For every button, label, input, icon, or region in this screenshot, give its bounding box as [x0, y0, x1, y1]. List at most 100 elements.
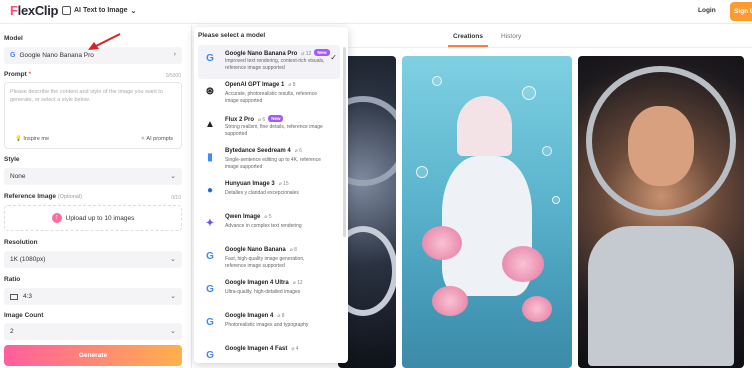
ai-prompts-button[interactable]: ✧ AI prompts: [141, 136, 173, 142]
image-count-label: Image Count: [4, 312, 44, 319]
active-tab-indicator: [448, 45, 488, 47]
hunyuan-icon: ●: [206, 184, 214, 196]
model-option-desc: Accurate, photorealistic results, refere…: [225, 91, 317, 104]
resolution-label: Resolution: [4, 239, 38, 246]
credits-badge: ⌀ 15: [278, 181, 289, 187]
model-option[interactable]: ● Hunyuan Image 3 ⌀ 15 Detalles y claridad …: [198, 177, 340, 211]
image-mode-icon: [62, 6, 71, 15]
model-option[interactable]: G Google Imagen 4 ⌀ 8 Photorealistic images…: [198, 309, 340, 343]
upload-icon: ↑: [51, 213, 62, 223]
style-select[interactable]: None ⌄: [4, 168, 182, 185]
bubble: [432, 76, 442, 86]
chevron-down-icon: ⌄: [130, 7, 137, 15]
google-g-icon: G: [206, 349, 214, 361]
prompt-textarea[interactable]: Please describe the content and style of…: [4, 82, 182, 149]
gallery-image-astronaut[interactable]: [578, 56, 744, 368]
chevron-down-icon: ⌄: [170, 328, 176, 335]
model-option[interactable]: ▮ Bytedance Seedream 4 ⌀ 6 Single-sentence …: [198, 144, 340, 178]
credits-badge: ⌀ 5: [264, 214, 272, 220]
model-option-desc: Ultra-quality, high-detailed images: [225, 289, 301, 295]
model-label: Model: [4, 35, 23, 42]
model-option-desc: Detalles y claridad excepcionales: [225, 190, 299, 196]
new-badge: New: [268, 115, 284, 122]
google-g-icon: G: [206, 52, 214, 64]
google-g-icon: G: [10, 52, 16, 59]
rose: [502, 246, 544, 282]
space-suit: [588, 226, 734, 366]
chevron-right-icon: ›: [173, 51, 176, 58]
login-link[interactable]: Login: [698, 7, 716, 14]
google-g-icon: G: [206, 250, 214, 262]
model-option-name: Qwen Image ⌀ 5: [225, 214, 272, 220]
credits-badge: ⌀ 8: [288, 82, 296, 88]
model-option[interactable]: ▲ Flux 2 Pro ⌀ 6 New Strong realism, fine de…: [198, 111, 340, 145]
model-option[interactable]: G Google Nano Banana ⌀ 8 Fast, high-quality…: [198, 243, 340, 277]
prompt-label: Prompt *: [4, 71, 32, 78]
sparkle-icon: ✧: [140, 136, 146, 142]
model-option-name: Bytedance Seedream 4 ⌀ 6: [225, 148, 302, 154]
tab-history[interactable]: History: [501, 33, 521, 40]
model-option[interactable]: ✦ Qwen Image ⌀ 5 Advance in complex text re…: [198, 210, 340, 244]
qwen-icon: ✦: [205, 217, 215, 229]
image-count-select[interactable]: 2 ⌄: [4, 323, 182, 340]
model-option-desc: Strong realism, fine details, reference …: [225, 124, 323, 137]
aspect-ratio-icon: [10, 293, 18, 300]
astronaut-face: [628, 106, 694, 186]
bubble: [522, 86, 536, 100]
chevron-down-icon: ⌄: [170, 293, 176, 300]
credits-badge: ⌀ 8: [277, 313, 285, 319]
flux-icon: ▲: [205, 118, 215, 130]
image-count-value: 2: [10, 328, 14, 335]
signup-button[interactable]: Sign Up: [730, 2, 752, 21]
rose: [522, 296, 552, 322]
generate-button[interactable]: Generate: [4, 345, 182, 366]
model-option[interactable]: G Google Imagen 4 Fast ⌀ 4: [198, 342, 340, 363]
model-option-name: OpenAI GPT Image 1 ⌀ 8: [225, 82, 296, 88]
credits-badge: ⌀ 6: [258, 117, 266, 123]
style-label: Style: [4, 156, 20, 163]
tab-creations[interactable]: Creations: [453, 33, 483, 40]
model-option-name: Google Imagen 4 ⌀ 8: [225, 313, 285, 319]
chevron-down-icon: ⌄: [170, 173, 176, 180]
ratio-select[interactable]: 4:3 ⌄: [4, 288, 182, 305]
rose: [422, 226, 462, 260]
google-g-icon: G: [206, 316, 214, 328]
google-g-icon: G: [206, 283, 214, 295]
dropdown-title: Please select a model: [198, 32, 266, 39]
model-select[interactable]: G Google Nano Banana Pro ›: [4, 47, 182, 64]
model-option[interactable]: ⊛ OpenAI GPT Image 1 ⌀ 8 Accurate, photorea…: [198, 78, 340, 112]
model-option[interactable]: G Google Nano Banana Pro ⌀ 12 New Improved t…: [198, 45, 340, 79]
model-option-desc: Photorealistic images and typography: [225, 322, 309, 328]
new-badge: New: [314, 49, 330, 56]
inspire-me-button[interactable]: 💡 Inspire me: [15, 136, 49, 142]
mode-label: AI Text to Image: [74, 7, 128, 14]
settings-sidebar: Model G Google Nano Banana Pro › Prompt …: [0, 25, 192, 368]
chevron-down-icon: ⌄: [170, 256, 176, 263]
resolution-select[interactable]: 1K (1080px) ⌄: [4, 251, 182, 268]
model-dropdown: Please select a model G Google Nano Banan…: [194, 27, 348, 363]
bubble: [552, 196, 560, 204]
bubble: [416, 166, 428, 178]
model-option-name: Flux 2 Pro ⌀ 6 New: [225, 115, 284, 123]
model-option-name: Hunyuan Image 3 ⌀ 15: [225, 181, 289, 187]
model-option-name: Google Imagen 4 Ultra ⌀ 12: [225, 280, 303, 286]
check-icon: ✓: [330, 53, 337, 62]
dropdown-scrollbar[interactable]: [343, 47, 346, 237]
ratio-value: 4:3: [23, 293, 33, 300]
model-value: Google Nano Banana Pro: [19, 52, 94, 59]
flexclip-logo[interactable]: FlexClip: [10, 3, 58, 18]
credits-badge: ⌀ 12: [292, 280, 303, 286]
credits-badge: ⌀ 8: [289, 247, 297, 253]
ratio-label: Ratio: [4, 276, 21, 283]
model-option-desc: Fast, high-quality image generation, ref…: [225, 256, 305, 269]
credits-badge: ⌀ 6: [294, 148, 302, 154]
upload-images-button[interactable]: ↑ Upload up to 10 images: [4, 205, 182, 231]
model-option[interactable]: G Google Imagen 4 Ultra ⌀ 12 Ultra-quality,…: [198, 276, 340, 310]
model-option-desc: Single-sentence editing up to 4K, refere…: [225, 157, 321, 170]
gallery-image-underwater-woman[interactable]: [402, 56, 572, 368]
bubble: [542, 146, 552, 156]
mode-selector[interactable]: AI Text to Image ⌄: [62, 6, 136, 15]
reference-image-label: Reference Image (Optional): [4, 193, 82, 200]
rose: [432, 286, 468, 316]
bytedance-icon: ▮: [207, 151, 213, 163]
